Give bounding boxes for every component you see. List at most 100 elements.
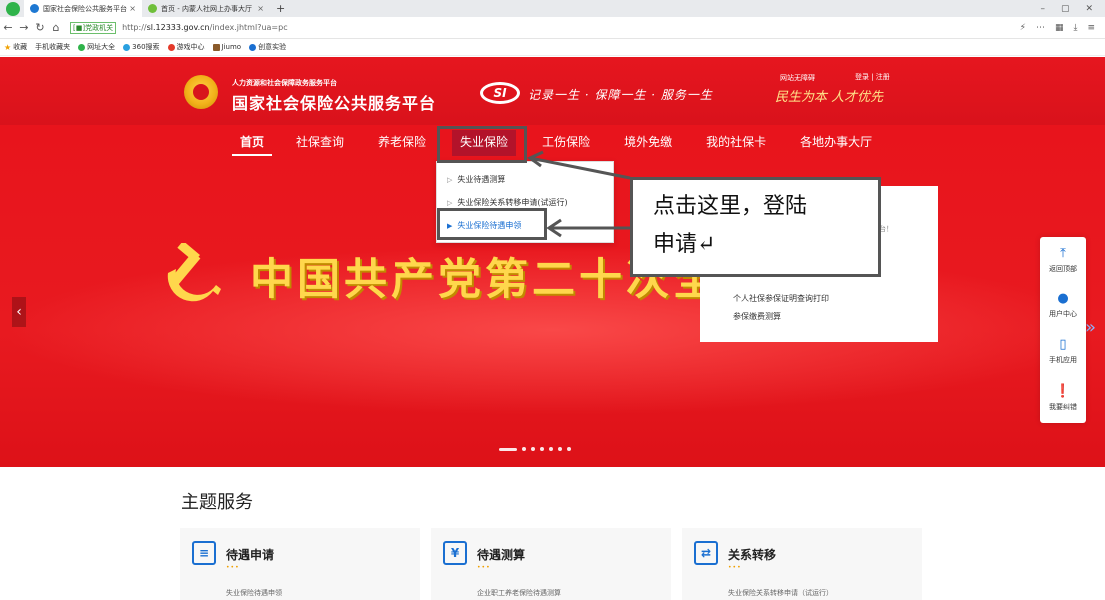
bookmark-sites[interactable]: 网址大全 xyxy=(78,42,115,52)
extensions-icon[interactable]: ▦ xyxy=(1055,23,1064,33)
bookmark-jiumo[interactable]: Jiumo xyxy=(212,43,241,51)
browser-tab-label: 首页 - 内蒙人社网上办事大厅 xyxy=(161,4,252,13)
card-title: 关系转移 xyxy=(728,548,777,562)
float-user-center[interactable]: ● 用户中心 xyxy=(1040,292,1086,319)
card-title: 待遇申请 xyxy=(226,548,275,562)
highlight-box-claim xyxy=(437,208,547,240)
service-card-benefit-calc[interactable]: ¥ 待遇测算 ••• 企业职工养老保险待遇测算 xyxy=(431,528,671,600)
carousel-dot[interactable] xyxy=(540,447,544,451)
card-link[interactable]: 企业职工养老保险待遇测算 xyxy=(477,588,561,598)
browser-tab-bar: 国家社会保险公共服务平台 × 首页 - 内蒙人社网上办事大厅 × + – ▢ ✕ xyxy=(0,0,1105,17)
float-mobile-app[interactable]: ▯ 手机应用 xyxy=(1040,338,1086,365)
document-edit-icon: ≡ xyxy=(192,541,216,565)
card-link[interactable]: 失业保险关系转移申请（试运行） xyxy=(728,588,833,598)
slogan: 记录一生 · 保障一生 · 服务一生 xyxy=(528,88,713,102)
close-icon[interactable]: × xyxy=(129,4,136,13)
card-dots: ••• xyxy=(477,564,491,571)
window-controls: – ▢ ✕ xyxy=(1040,4,1105,14)
site-title[interactable]: 国家社会保险公共服务平台 xyxy=(232,90,436,114)
national-emblem-icon xyxy=(184,75,218,109)
carousel-dot[interactable] xyxy=(549,447,553,451)
highlight-box-nav xyxy=(437,126,527,163)
card-title: 待遇测算 xyxy=(477,548,526,562)
minimize-icon[interactable]: – xyxy=(1040,4,1045,14)
nav-item-overseas-exemption[interactable]: 境外免缴 xyxy=(616,130,680,156)
login-card-link-calculator[interactable]: 参保缴费测算 xyxy=(733,311,781,322)
dropdown-item-benefit-calc[interactable]: ▷ 失业待遇测算 xyxy=(447,174,505,185)
new-tab-button[interactable]: + xyxy=(270,2,291,15)
close-icon[interactable]: × xyxy=(257,4,264,13)
si-logo: SI xyxy=(480,82,520,104)
card-link[interactable]: 失业保险待遇申领 xyxy=(226,588,282,598)
nav-item-injury[interactable]: 工伤保险 xyxy=(534,130,598,156)
forward-icon[interactable]: → xyxy=(16,21,32,34)
more-icon[interactable]: ⋯ xyxy=(1036,23,1045,33)
carousel-dot[interactable] xyxy=(558,447,562,451)
service-card-transfer[interactable]: ⇄ 关系转移 ••• 失业保险关系转移申请（试运行） xyxy=(682,528,922,600)
login-card-link-certificate[interactable]: 个人社保参保证明查询打印 xyxy=(733,293,829,304)
reload-icon[interactable]: ↻ xyxy=(32,21,48,34)
address-bar: ← → ↻ ⌂ [■]党政机关 http://sl.12333.gov.cn/i… xyxy=(0,17,1105,39)
float-report-error[interactable]: ❗ 我要纠错 xyxy=(1040,385,1086,412)
bookmarks-bar: ★ 收藏 手机收藏夹 网址大全 360搜索 游戏中心 Jiumo 创意实验 xyxy=(0,39,1105,56)
bookmark-favorites[interactable]: ★ 收藏 xyxy=(4,42,27,52)
close-window-icon[interactable]: ✕ xyxy=(1085,4,1093,14)
browser-tab-active[interactable]: 国家社会保险公共服务平台 × xyxy=(24,0,142,17)
lab-icon xyxy=(249,43,257,51)
annotation-callout: 点击这里，登陆 申请↵ xyxy=(630,177,881,277)
carousel-dot[interactable] xyxy=(499,447,517,451)
nav-item-pension[interactable]: 养老保险 xyxy=(370,130,434,156)
bookmark-mobile[interactable]: 手机收藏夹 xyxy=(35,42,70,52)
hammer-sickle-icon xyxy=(167,243,221,302)
lightning-icon[interactable]: ⚡ xyxy=(1020,23,1026,33)
motto: 民生为本 人才优先 xyxy=(775,90,884,105)
arrow-up-icon: ⤒ xyxy=(1060,246,1066,261)
site-favicon-icon xyxy=(30,4,39,13)
browser-logo-icon xyxy=(6,1,20,16)
service-card-benefit-apply[interactable]: ≡ 待遇申请 ••• 失业保险待遇申领 xyxy=(180,528,420,600)
nav-item-local-halls[interactable]: 各地办事大厅 xyxy=(792,130,880,156)
service-cards: ≡ 待遇申请 ••• 失业保险待遇申领 ¥ 待遇测算 ••• 企业职工养老保险待… xyxy=(180,528,922,600)
url-field[interactable]: [■]党政机关 http://sl.12333.gov.cn/index.jht… xyxy=(70,20,710,36)
carousel-dot[interactable] xyxy=(522,447,526,451)
nav-item-home[interactable]: 首页 xyxy=(232,130,273,156)
home-icon[interactable]: ⌂ xyxy=(48,21,64,34)
carousel-prev-button[interactable]: ‹ xyxy=(12,297,26,327)
bookmark-creative[interactable]: 创意实验 xyxy=(249,42,286,52)
bookmark-games[interactable]: 游戏中心 xyxy=(167,42,205,52)
main-nav: 首页 社保查询 养老保险 失业保险 工伤保险 境外免缴 我的社保卡 各地办事大厅 xyxy=(232,130,898,156)
carousel-dots xyxy=(499,447,571,451)
floating-sidebar: ⤒ 返回顶部 ● 用户中心 ▯ 手机应用 ❗ 我要纠错 xyxy=(1040,237,1086,423)
carousel-next-button[interactable]: » xyxy=(1085,317,1096,338)
browser-toolbar: ⚡ ⋯ ▦ ⤓ ≡ xyxy=(1020,23,1105,33)
back-icon[interactable]: ← xyxy=(0,21,16,34)
menu-icon[interactable]: ≡ xyxy=(1087,23,1095,33)
alert-icon: ❗ xyxy=(1054,384,1072,399)
carousel-dot[interactable] xyxy=(567,447,571,451)
dropdown-item-transfer[interactable]: ▷ 失业保险关系转移申请(试运行) xyxy=(447,197,568,208)
phone-icon: ▯ xyxy=(1059,337,1067,352)
bookmark-search[interactable]: 360搜索 xyxy=(123,42,160,52)
float-back-to-top[interactable]: ⤒ 返回顶部 xyxy=(1040,247,1086,274)
browser-tab-label: 国家社会保险公共服务平台 xyxy=(43,4,127,13)
triangle-right-icon: ▷ xyxy=(447,198,453,207)
search-icon xyxy=(123,43,131,51)
accessibility-link[interactable]: 网站无障碍 xyxy=(780,73,815,83)
section-title-theme-services: 主题服务 xyxy=(181,492,253,513)
star-icon: ★ xyxy=(4,42,12,52)
annotation-line-2: 申请↵ xyxy=(653,232,716,257)
triangle-right-icon: ▷ xyxy=(447,175,453,184)
globe-icon xyxy=(78,43,86,51)
maximize-icon[interactable]: ▢ xyxy=(1061,4,1070,14)
transfer-icon: ⇄ xyxy=(694,541,718,565)
card-dots: ••• xyxy=(728,564,742,571)
browser-tab-inactive[interactable]: 首页 - 内蒙人社网上办事大厅 × xyxy=(142,0,270,17)
url-text: http://sl.12333.gov.cn/index.jhtml?ua=pc xyxy=(122,23,288,32)
gov-badge: [■]党政机关 xyxy=(70,21,117,34)
nav-item-my-card[interactable]: 我的社保卡 xyxy=(698,130,774,156)
user-icon: ● xyxy=(1057,291,1069,306)
login-register-link[interactable]: 登录 | 注册 xyxy=(855,72,890,82)
download-icon[interactable]: ⤓ xyxy=(1073,23,1077,33)
nav-item-social-security-query[interactable]: 社保查询 xyxy=(288,130,352,156)
carousel-dot[interactable] xyxy=(531,447,535,451)
